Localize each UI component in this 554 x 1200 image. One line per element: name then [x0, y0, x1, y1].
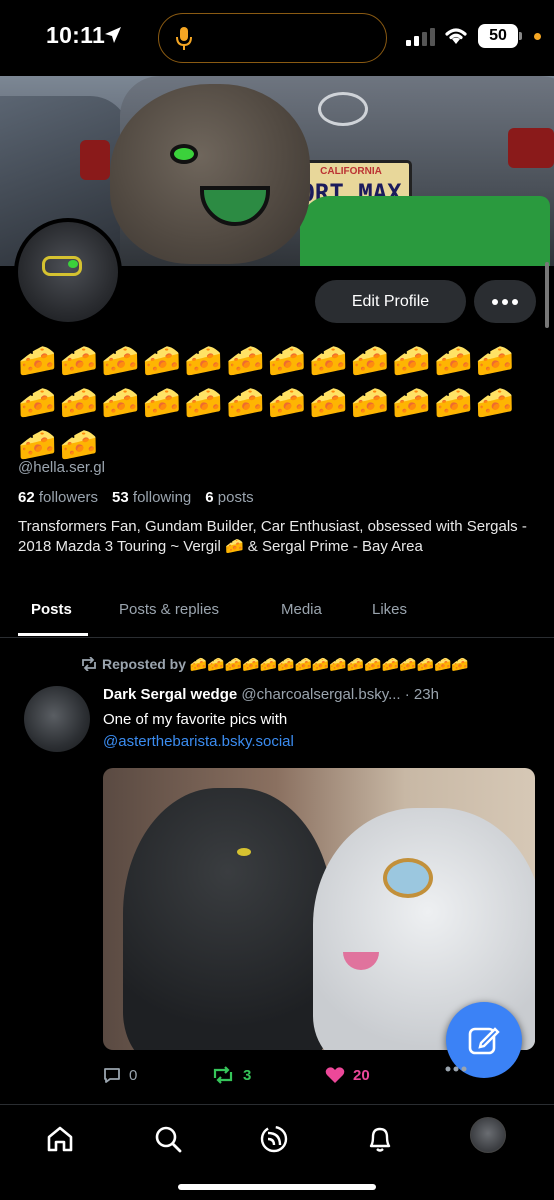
- nav-home[interactable]: [42, 1121, 78, 1157]
- post-author-avatar[interactable]: [24, 686, 90, 752]
- nav-notifications[interactable]: [362, 1121, 398, 1157]
- search-icon: [155, 1126, 182, 1153]
- banner-tail-light-right: [508, 128, 554, 168]
- post-image-goggles: [383, 858, 433, 898]
- profile-stats: 62 followers 53 following 6 posts: [18, 489, 254, 506]
- reply-button[interactable]: 0: [103, 1066, 137, 1084]
- reply-count: 0: [129, 1066, 138, 1084]
- ellipsis-icon: [492, 298, 498, 305]
- banner-tail-light: [80, 140, 110, 180]
- post-text: One of my favorite pics with: [103, 711, 288, 728]
- post-author-handle[interactable]: @charcoalsergal.bsky...: [241, 686, 400, 703]
- heart-icon: [325, 1067, 345, 1083]
- post-image-eye: [237, 848, 251, 856]
- home-indicator[interactable]: [178, 1184, 376, 1190]
- plate-state: CALIFORNIA: [320, 166, 382, 177]
- like-count: 20: [353, 1066, 370, 1084]
- compose-icon: [468, 1027, 500, 1055]
- nav-profile-avatar[interactable]: [470, 1117, 506, 1153]
- posts-stat: 6 posts: [205, 489, 254, 506]
- active-tab-indicator: [18, 633, 88, 636]
- banner-fursuit-head: [110, 84, 310, 264]
- repost-indicator[interactable]: Reposted by 🧀🧀🧀🧀🧀🧀🧀🧀🧀🧀🧀🧀🧀🧀🧀🧀: [80, 656, 469, 673]
- wifi-icon: [445, 28, 467, 44]
- feeds-icon: [260, 1125, 288, 1153]
- more-options-button[interactable]: [474, 280, 536, 323]
- like-button[interactable]: 20: [325, 1066, 370, 1084]
- status-bar: 10:11 50: [0, 0, 554, 76]
- mic-in-use-indicator: [534, 33, 541, 40]
- location-arrow-icon: [105, 27, 121, 43]
- cellular-signal-icon: [406, 28, 435, 46]
- bell-icon: [369, 1127, 391, 1152]
- post-time: · 23h: [404, 686, 439, 703]
- avatar-eye: [68, 260, 78, 268]
- status-time: 10:11: [46, 22, 106, 48]
- post-author-name[interactable]: Dark Sergal wedge: [103, 686, 237, 703]
- post-more-button[interactable]: [445, 1066, 467, 1072]
- repost-label: Reposted by 🧀🧀🧀🧀🧀🧀🧀🧀🧀🧀🧀🧀🧀🧀🧀🧀: [102, 656, 469, 672]
- post-body: One of my favorite pics with @astertheba…: [103, 709, 533, 753]
- tab-media[interactable]: Media: [281, 590, 322, 638]
- tab-posts[interactable]: Posts: [31, 590, 72, 638]
- tab-likes[interactable]: Likes: [372, 590, 407, 638]
- repost-action-icon: [213, 1066, 233, 1084]
- tab-posts-replies[interactable]: Posts & replies: [119, 590, 219, 638]
- repost-button[interactable]: 3: [211, 1066, 251, 1084]
- nav-feeds[interactable]: [256, 1121, 292, 1157]
- profile-display-name: 🧀🧀🧀🧀🧀🧀🧀🧀🧀🧀🧀🧀🧀🧀🧀🧀🧀🧀🧀🧀🧀🧀🧀🧀🧀🧀: [18, 343, 518, 462]
- dynamic-island[interactable]: [158, 13, 387, 63]
- reply-icon: [104, 1068, 120, 1083]
- post-actions: 0 3 20: [103, 1066, 523, 1090]
- following-stat[interactable]: 53 following: [112, 489, 191, 506]
- scrollbar[interactable]: [545, 262, 549, 328]
- followers-stat[interactable]: 62 followers: [18, 489, 98, 506]
- profile-handle: @hella.ser.gl: [18, 459, 105, 476]
- edit-profile-button[interactable]: Edit Profile: [315, 280, 466, 323]
- banner-green-sleeve: [300, 196, 550, 266]
- post-image-dark-fursuit: [123, 788, 333, 1050]
- profile-avatar[interactable]: [14, 218, 122, 326]
- repost-icon: [82, 656, 96, 672]
- nav-search[interactable]: [150, 1121, 186, 1157]
- microphone-icon: [176, 27, 192, 50]
- home-icon: [47, 1126, 73, 1152]
- mazda-logo-icon: [318, 92, 368, 126]
- ellipsis-horizontal-icon: [445, 1066, 467, 1072]
- battery-cap: [519, 32, 522, 40]
- post-header[interactable]: Dark Sergal wedge @charcoalsergal.bsky..…: [103, 686, 543, 703]
- post-mention-link[interactable]: @asterthebarista.bsky.social: [103, 733, 294, 750]
- banner-fursuit-eye: [170, 144, 198, 164]
- repost-count: 3: [243, 1066, 252, 1084]
- profile-tabs: Posts Posts & replies Media Likes: [0, 590, 554, 638]
- battery-icon: 50: [478, 24, 518, 48]
- profile-bio: Transformers Fan, Gundam Builder, Car En…: [18, 518, 527, 555]
